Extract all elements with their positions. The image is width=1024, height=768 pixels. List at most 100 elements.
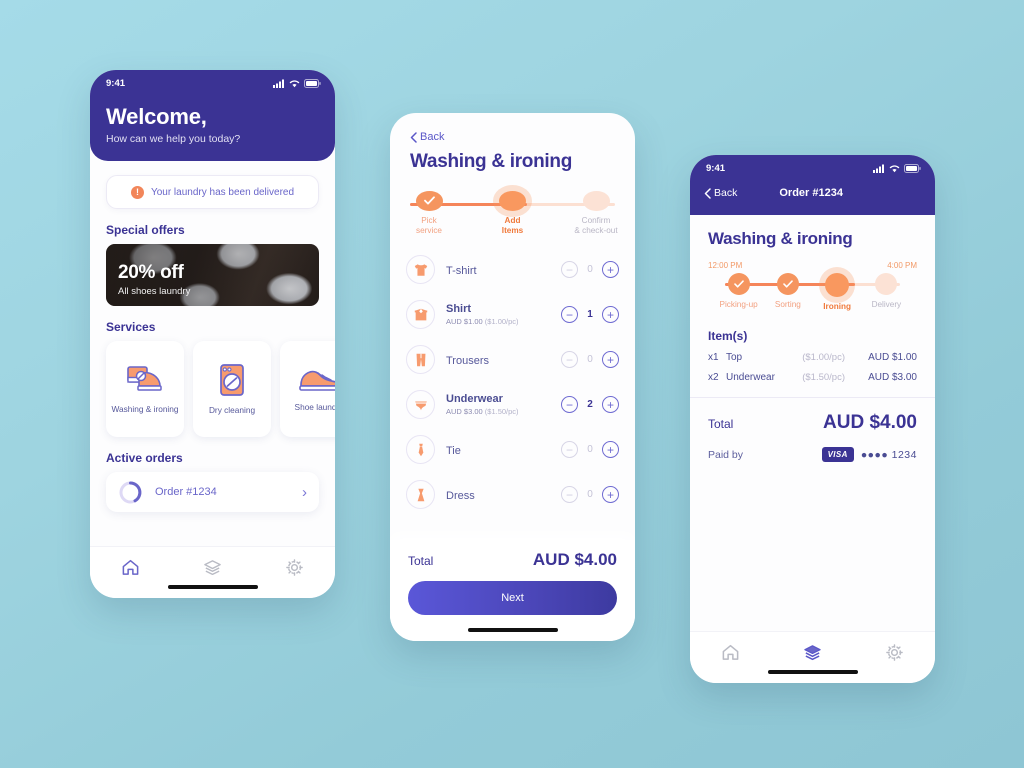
status-bar-time: 9:41 (706, 162, 726, 174)
gear-icon (285, 559, 303, 576)
payment-method[interactable]: VISA ●●●● 1234 (821, 447, 917, 462)
underwear-icon (406, 390, 435, 419)
item-name: Underwear (446, 393, 503, 405)
decrement-button[interactable]: − (561, 261, 578, 278)
tab-orders[interactable] (803, 643, 822, 667)
item-unit-price: ($1.00/pc) (802, 352, 845, 363)
step-delivery[interactable]: Delivery (862, 273, 911, 317)
item-info: Trousers (446, 351, 550, 369)
home-header: 9:41 Welcome, How can we help you today? (90, 70, 335, 161)
item-row[interactable]: T-shirt − 0 + (406, 247, 619, 292)
chevron-right-icon[interactable]: › (302, 484, 307, 501)
step-confirm-checkout[interactable]: Confirm & check-out (563, 191, 629, 237)
quantity-stepper: − 0 + (561, 486, 619, 503)
tab-home[interactable] (721, 643, 740, 667)
item-row[interactable]: Trousers − 0 + (406, 337, 619, 382)
order-body: Washing & ironing 12:00 PM 4:00 PM Picki… (690, 215, 935, 462)
tab-settings[interactable] (285, 558, 304, 582)
step-sorting[interactable]: Sorting (763, 273, 812, 317)
home-body: ! Your laundry has been delivered Specia… (90, 175, 335, 512)
wifi-icon (889, 164, 900, 172)
decrement-button[interactable]: − (561, 306, 578, 323)
order-item-row: x2 Underwear ($1.50/pc) AUD $3.00 (708, 372, 917, 383)
order-label: Order #1234 (155, 486, 217, 498)
quantity-value: 0 (587, 444, 593, 455)
decrement-button[interactable]: − (561, 441, 578, 458)
total-row: Total AUD $4.00 (408, 550, 617, 570)
step-label: Picking-up (719, 300, 758, 309)
step-pick-service[interactable]: Pick service (396, 191, 462, 237)
promo-banner[interactable]: 20% off All shoes laundry (106, 244, 319, 306)
item-info: Tie (446, 441, 550, 459)
increment-button[interactable]: + (602, 351, 619, 368)
layers-icon (204, 560, 221, 576)
wifi-icon (289, 79, 300, 87)
home-icon (722, 644, 739, 660)
tab-home[interactable] (121, 558, 140, 582)
total-row: Total AUD $4.00 (708, 412, 917, 434)
home-indicator (767, 670, 858, 674)
increment-button[interactable]: + (602, 261, 619, 278)
total-label: Total (708, 417, 734, 431)
page-subtitle: How can we help you today? (106, 133, 241, 145)
masked-card-number: ●●●● 1234 (860, 448, 917, 461)
service-card-washing-ironing[interactable]: Washing & ironing (106, 341, 184, 437)
total-amount: AUD $4.00 (532, 550, 617, 569)
dress-icon (406, 480, 435, 509)
step-picking-up[interactable]: Picking-up (714, 273, 763, 317)
step-add-items[interactable]: Add Items (480, 191, 546, 237)
notification-text: Your laundry has been delivered (150, 186, 295, 198)
decrement-button[interactable]: − (561, 396, 578, 413)
item-name: Top (726, 352, 743, 363)
special-offers-heading: Special offers (106, 223, 185, 237)
stepper-steps: Pick service Add Items Confirm & check-o… (396, 191, 629, 237)
service-card-shoe-laundry[interactable]: Shoe laundry (280, 341, 335, 437)
back-label: Back (420, 131, 445, 143)
item-info: Underwear AUD $3.00 ($1.50/pc) (446, 393, 550, 416)
increment-button[interactable]: + (602, 441, 619, 458)
step-ironing[interactable]: Ironing (813, 273, 862, 317)
cellular-signal-icon (273, 79, 284, 88)
item-total-price: AUD $3.00 (446, 407, 483, 416)
order-item-row: x1 Top ($1.00/pc) AUD $1.00 (708, 352, 917, 363)
notification-card[interactable]: ! Your laundry has been delivered (106, 175, 319, 209)
increment-button[interactable]: + (602, 486, 619, 503)
shirt-icon (406, 300, 435, 329)
step-dot-done (727, 273, 750, 295)
step-label: Ironing (823, 302, 851, 311)
step-dot-current (499, 191, 526, 211)
step-dot-todo (582, 191, 610, 211)
tab-bar (690, 631, 935, 683)
service-card-dry-cleaning[interactable]: Dry cleaning (193, 341, 271, 437)
item-name: Underwear (726, 372, 775, 383)
visa-logo-icon: VISA (821, 447, 854, 462)
paid-by-label: Paid by (708, 448, 744, 461)
decrement-button[interactable]: − (561, 486, 578, 503)
increment-button[interactable]: + (602, 306, 619, 323)
phone-order-detail-screen: 9:41 Back Order #1234 Washing & ironing … (690, 155, 935, 683)
item-row[interactable]: Shirt AUD $1.00 ($1.00/pc) − 1 + (406, 292, 619, 337)
item-name: Tie (446, 444, 461, 457)
step-dot-current (825, 273, 850, 297)
next-button[interactable]: Next (408, 581, 617, 615)
battery-icon (304, 78, 321, 88)
quantity-stepper: − 1 + (561, 306, 619, 323)
tab-settings[interactable] (885, 643, 904, 667)
services-list: Washing & ironing Dry cleaning Shoe laun… (106, 341, 335, 437)
status-bar: 9:41 (690, 155, 935, 181)
total-label: Total (408, 554, 434, 568)
quantity-stepper: − 0 + (561, 261, 619, 278)
promo-subtext: All shoes laundry (118, 286, 191, 297)
tab-orders[interactable] (203, 558, 222, 582)
decrement-button[interactable]: − (561, 351, 578, 368)
item-row[interactable]: Dress − 0 + (406, 472, 619, 517)
item-row[interactable]: Tie − 0 + (406, 427, 619, 472)
quantity-stepper: − 0 + (561, 351, 619, 368)
battery-icon (904, 163, 921, 173)
active-order-row[interactable]: Order #1234 › (106, 472, 319, 512)
item-price: AUD $1.00 ($1.00/pc) (446, 317, 550, 326)
item-row[interactable]: Underwear AUD $3.00 ($1.50/pc) − 2 + (406, 382, 619, 427)
increment-button[interactable]: + (602, 396, 619, 413)
back-button[interactable]: Back (410, 131, 615, 143)
page-title: Washing & ironing (410, 151, 573, 172)
